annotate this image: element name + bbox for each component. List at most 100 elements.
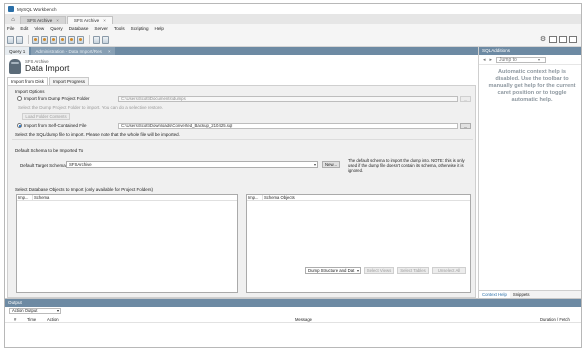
tab-import-from-disk[interactable]: Import from Disk — [7, 77, 49, 85]
tab-query-1[interactable]: Query 1 — [5, 47, 30, 55]
import-tabs: Import from Disk Import Progress — [7, 77, 90, 85]
chevron-down-icon: ▾ — [56, 308, 59, 313]
context-help-text: Automatic context help is disabled. Use … — [488, 69, 576, 103]
new-sql-tab-icon[interactable] — [7, 35, 14, 44]
toolbar-separator — [28, 35, 29, 44]
tab-data-import[interactable]: Administration - Data Import/Res × — [31, 47, 115, 55]
sql-additions-title: SQLAdditions — [479, 47, 581, 55]
close-icon[interactable]: × — [56, 18, 59, 23]
output-columns: # Time Action Message Duration / Fetch — [5, 316, 581, 323]
editor-tabs: Query 1 Administration - Data Import/Res… — [5, 47, 478, 55]
col-time: Time — [27, 317, 37, 322]
tab-label: Query 1 — [9, 48, 26, 54]
menu-scripting[interactable]: Scripting — [131, 26, 149, 31]
menu-help[interactable]: Help — [155, 26, 164, 31]
dump-content-select[interactable]: Dump Structure and Dat ▾ — [305, 267, 361, 274]
tab-import-progress[interactable]: Import Progress — [49, 77, 90, 85]
default-target-schema-select[interactable]: SFSArchive ▾ — [66, 161, 318, 168]
col-message: Message — [295, 317, 312, 322]
search-table-data-icon[interactable] — [93, 35, 100, 44]
gear-icon[interactable]: ⚙ — [539, 36, 547, 44]
create-view-icon[interactable] — [59, 35, 66, 44]
radio-self-contained-file[interactable] — [17, 123, 22, 128]
close-icon[interactable]: × — [103, 18, 106, 23]
import-options-heading: Import Options — [15, 89, 45, 94]
dump-folder-path-field[interactable]: C:\Users\Scott\Documents\dumps — [118, 96, 458, 102]
create-function-icon[interactable] — [77, 35, 84, 44]
window-title: MySQL Workbench — [17, 6, 57, 12]
col-action: Action — [47, 317, 59, 322]
menu-database[interactable]: Database — [69, 26, 89, 31]
select-tables-button[interactable]: Select Tables — [397, 267, 429, 274]
jump-to-select[interactable]: Jump to ▾ — [496, 56, 547, 63]
mysql-dolphin-icon — [8, 6, 14, 12]
help-toolbar: ◂ ▸ Jump to ▾ — [479, 55, 581, 65]
menu-edit[interactable]: Edit — [20, 26, 28, 31]
radio-dump-project-folder[interactable] — [17, 96, 22, 101]
sql-file-path-field[interactable]: C:\Users\Scott\Downloads\Converted_Backu… — [118, 123, 458, 129]
connection-tabs: ⌂ SFS Archive × SFS Archive × — [5, 14, 581, 24]
home-tab[interactable]: ⌂ — [7, 16, 19, 24]
col-schema-objects: Schema Objects — [264, 195, 295, 200]
default-target-schema-value: SFSArchive — [69, 162, 92, 167]
create-table-icon[interactable] — [50, 35, 57, 44]
page-header: SFS Archive Data Import — [5, 55, 478, 77]
connection-tab-1[interactable]: SFS Archive × — [20, 16, 66, 24]
divider — [12, 139, 473, 140]
toggle-output-icon[interactable] — [559, 36, 567, 43]
load-folder-contents-button[interactable]: Load Folder Contents — [22, 113, 70, 120]
chevron-down-icon: ▾ — [356, 268, 359, 273]
menu-query[interactable]: Query — [50, 26, 63, 31]
output-type-select[interactable]: Action Output ▾ — [9, 308, 61, 314]
select-views-button[interactable]: Select Views — [364, 267, 394, 274]
output-panel: Output Action Output ▾ # Time Action Mes… — [5, 298, 581, 347]
connection-tab-label: SFS Archive — [27, 18, 53, 23]
unselect-all-button[interactable]: Unselect All — [432, 267, 466, 274]
create-schema-icon[interactable] — [41, 35, 48, 44]
menu-view[interactable]: View — [34, 26, 44, 31]
connection-tab-2[interactable]: SFS Archive × — [66, 16, 113, 24]
schema-objects-list[interactable]: Imp... Schema Objects — [246, 194, 471, 293]
default-schema-heading: Default Schema to be Imported To — [15, 148, 84, 153]
forward-icon[interactable]: ▸ — [490, 57, 493, 63]
create-procedure-icon[interactable] — [68, 35, 75, 44]
objects-heading: Select Database Objects to Import (only … — [15, 187, 154, 192]
schema-objects-list-header: Imp... Schema Objects — [247, 195, 470, 201]
dump-folder-browse-button[interactable]: ... — [460, 96, 471, 102]
menu-tools[interactable]: Tools — [114, 26, 125, 31]
sql-file-hint: Select the SQL/dump file to import. Plea… — [15, 132, 180, 137]
default-schema-note: The default schema to import the dump in… — [348, 158, 465, 173]
sql-additions-panel: SQLAdditions ◂ ▸ Jump to ▾ Automatic con… — [478, 47, 581, 298]
database-icon — [9, 58, 21, 74]
output-type-value: Action Output — [12, 308, 38, 313]
main-toolbar: ⚙ — [5, 33, 581, 47]
new-schema-button[interactable]: New... — [322, 161, 340, 168]
page-title: Data Import — [25, 63, 70, 73]
tab-context-help[interactable]: Context Help — [479, 291, 510, 298]
toggle-sidebar-icon[interactable] — [549, 36, 557, 43]
connection-tab-label: SFS Archive — [73, 18, 100, 23]
menu-bar: File Edit View Query Database Server Too… — [5, 24, 581, 33]
menu-file[interactable]: File — [7, 26, 14, 31]
workbench-window: MySQL Workbench ⌂ SFS Archive × SFS Arch… — [4, 3, 582, 348]
sql-file-browse-button[interactable]: ... — [460, 123, 471, 129]
menu-server[interactable]: Server — [94, 26, 108, 31]
back-icon[interactable]: ◂ — [483, 57, 486, 63]
col-schema: Schema — [34, 195, 50, 200]
radio-self-contained-file-label: Import from Self-Contained File — [24, 123, 87, 128]
reconnect-icon[interactable] — [102, 35, 109, 44]
output-toolbar: Action Output ▾ — [5, 307, 581, 315]
right-panel-tabs: Context Help Snippets — [479, 290, 581, 298]
title-bar: MySQL Workbench — [5, 4, 581, 14]
chevron-down-icon: ▾ — [313, 162, 316, 167]
schema-list[interactable]: Imp... Schema — [16, 194, 238, 293]
tab-snippets[interactable]: Snippets — [510, 291, 533, 298]
col-number: # — [14, 317, 17, 322]
open-sql-script-icon[interactable] — [16, 35, 23, 44]
chevron-down-icon: ▾ — [538, 56, 541, 62]
radio-dump-project-folder-label: Import from Dump Project Folder — [24, 96, 90, 101]
close-icon[interactable]: × — [108, 49, 111, 54]
toggle-secondary-sidebar-icon[interactable] — [569, 36, 577, 43]
schema-inspector-icon[interactable] — [32, 35, 39, 44]
home-icon: ⌂ — [11, 17, 15, 23]
